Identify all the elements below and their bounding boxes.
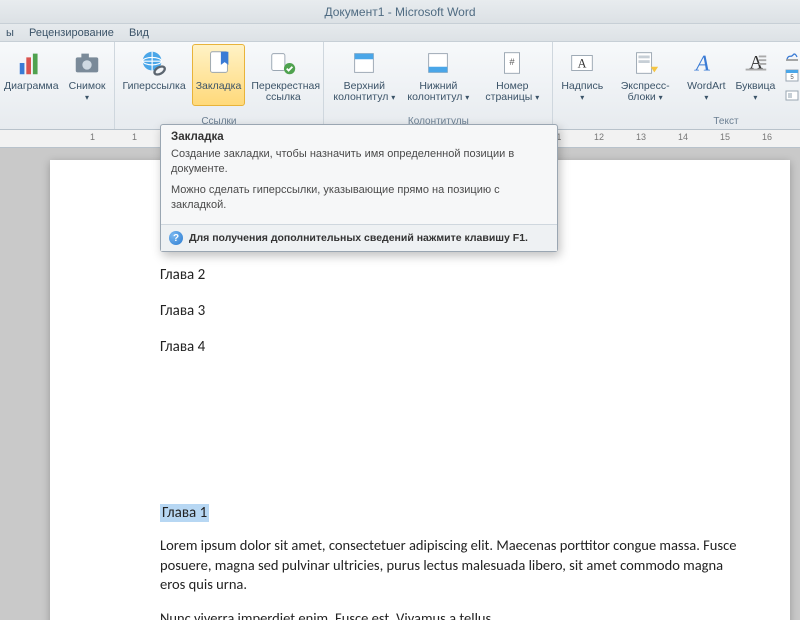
crossref-button[interactable]: Перекрестная ссылка [247,44,319,106]
ruler-tick: 13 [636,132,646,142]
toc-item[interactable]: Глава 3 [160,302,740,320]
tooltip-help-text: Для получения дополнительных сведений на… [189,232,528,244]
group-text: A Надпись▾ Экспресс-блоки ▾ A WordArt▾ A [553,42,800,129]
selected-heading[interactable]: Глава 1 [160,504,209,522]
group-illustrations: Диаграмма Снимок▾ [0,42,115,129]
footer-button[interactable]: Нижний колонтитул ▾ [402,44,474,106]
window-title: Документ1 - Microsoft Word [324,5,475,19]
chart-icon [15,47,47,79]
dropcap-icon: A [739,47,771,79]
header-button[interactable]: Верхний колонтитул ▾ [328,44,400,106]
camera-icon [71,47,103,79]
bookmark-icon [203,47,235,79]
calendar-icon: 5 [784,67,800,83]
svg-text:#: # [510,57,516,67]
screenshot-button[interactable]: Снимок▾ [65,44,110,106]
toc-item[interactable]: Глава 4 [160,338,740,356]
chart-button[interactable]: Диаграмма [0,44,63,106]
cross-reference-icon [267,47,299,79]
body-paragraph[interactable]: Lorem ipsum dolor sit amet, consectetuer… [160,536,740,595]
header-icon [348,47,380,79]
tooltip-text-2: Можно сделать гиперссылки, указывающие п… [171,183,547,213]
pagenumber-button[interactable]: # Номер страницы ▾ [476,44,548,106]
footer-icon [422,47,454,79]
object-icon [784,87,800,103]
bookmark-button[interactable]: Закладка [192,44,246,106]
ruler-tick: 16 [762,132,772,142]
quickparts-button[interactable]: Экспресс-блоки ▾ [609,44,681,106]
svg-text:A: A [578,57,587,71]
ruler-tick: 12 [594,132,604,142]
svg-text:A: A [693,51,714,76]
hyperlink-button[interactable]: Гиперссылка [119,44,190,106]
page-number-icon: # [496,47,528,79]
tab-view[interactable]: Вид [129,24,149,42]
object-button[interactable]: Объект▾ [781,86,800,104]
globe-link-icon [138,47,170,79]
ruler-tick: 15 [720,132,730,142]
textbox-button[interactable]: A Надпись▾ [557,44,607,106]
datetime-button[interactable]: 5 Дата и время [781,66,800,84]
tab-review[interactable]: Рецензирование [29,24,114,42]
tooltip-title: Закладка [161,125,557,147]
body-paragraph[interactable]: Nunc viverra imperdiet enim. Fusce est. … [160,609,740,620]
group-links: Гиперссылка Закладка Перекрестная ссылка… [115,42,325,129]
bookmark-tooltip: Закладка Создание закладки, чтобы назнач… [160,124,558,252]
signature-line-button[interactable]: Строка подписи▾ [781,46,800,64]
title-bar: Документ1 - Microsoft Word [0,0,800,24]
textbox-icon: A [566,47,598,79]
wordart-button[interactable]: A WordArt▾ [683,44,729,106]
signature-icon [784,47,800,63]
ruler-tick: 1 [132,132,137,142]
tooltip-text-1: Создание закладки, чтобы назначить имя о… [171,147,547,177]
tab-start-partial[interactable]: ы [6,24,14,42]
ruler-tick: 1 [90,132,95,142]
wordart-icon: A [690,47,722,79]
toc-item[interactable]: Глава 2 [160,266,740,284]
group-text-label: Текст [557,115,800,129]
group-headerfooter: Верхний колонтитул ▾ Нижний колонтитул ▾… [324,42,553,129]
help-icon: ? [169,231,183,245]
quick-parts-icon [629,47,661,79]
ribbon-tabstrip: ы Рецензирование Вид [0,24,800,42]
ruler-tick: 14 [678,132,688,142]
ribbon: Диаграмма Снимок▾ Гиперссылка [0,42,800,130]
dropcap-button[interactable]: A Буквица▾ [732,44,780,106]
